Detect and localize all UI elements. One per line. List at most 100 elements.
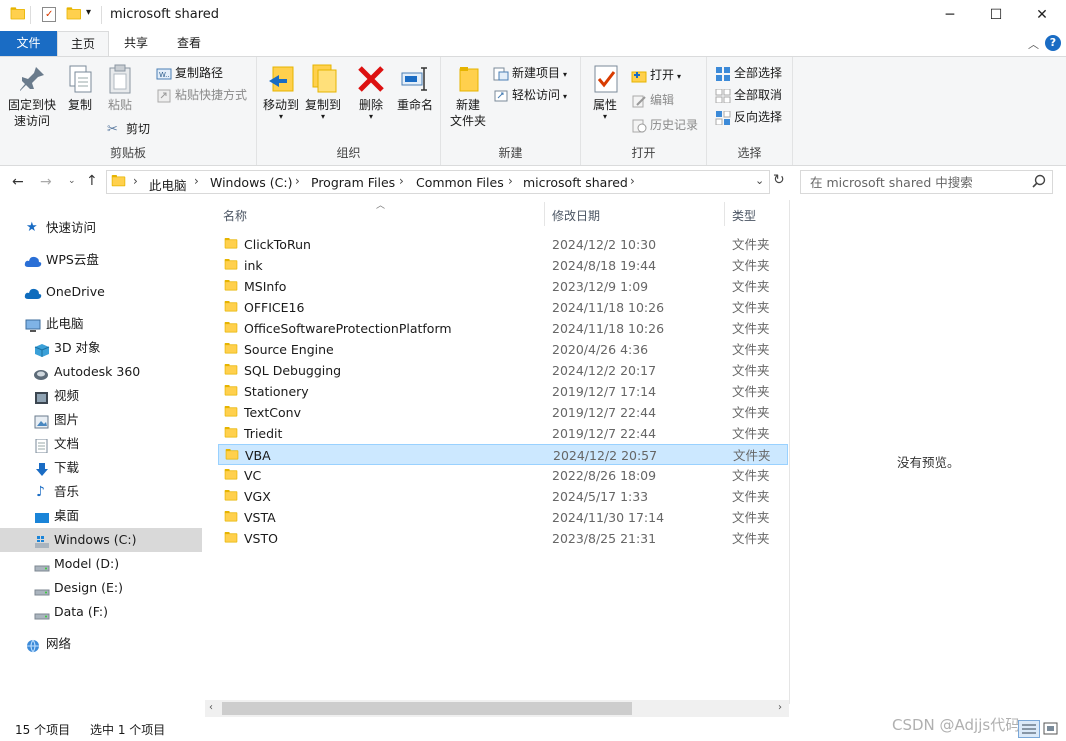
breadcrumb-separator-icon[interactable]: › [133, 174, 138, 188]
file-row[interactable]: VGX 2024/5/17 1:33 文件夹 [218, 486, 788, 507]
delete-button[interactable]: 删除 ▾ [353, 63, 389, 121]
preview-divider[interactable] [789, 200, 790, 704]
address-dropdown-icon[interactable]: ⌄ [755, 174, 764, 187]
tab-file[interactable]: 文件 [0, 31, 57, 56]
column-type[interactable]: 类型 [732, 207, 756, 224]
refresh-icon[interactable]: ↻ [773, 172, 785, 188]
open-button[interactable]: 打开 ▾ [631, 65, 681, 85]
tab-home[interactable]: 主页 [57, 31, 109, 56]
scroll-left-arrow-icon[interactable]: ‹ [209, 702, 213, 713]
new-folder-qa-icon[interactable] [66, 7, 82, 20]
breadcrumb-this-pc[interactable]: 此电脑 [149, 175, 187, 194]
cut-button[interactable]: ✂ 剪切 [107, 119, 150, 139]
file-row[interactable]: Source Engine 2020/4/26 4:36 文件夹 [218, 339, 788, 360]
copy-button[interactable]: 复制 [62, 63, 98, 113]
close-button[interactable]: ✕ [1019, 0, 1065, 30]
nav-3d-objects[interactable]: 3D 对象 [0, 336, 202, 360]
column-divider[interactable] [544, 202, 545, 226]
nav-videos[interactable]: 视频 [0, 384, 202, 408]
address-bar[interactable]: › 此电脑 › Windows (C:) › Program Files › C… [106, 170, 770, 194]
nav-pictures[interactable]: 图片 [0, 408, 202, 432]
file-row[interactable]: Stationery 2019/12/7 17:14 文件夹 [218, 381, 788, 402]
breadcrumb-microsoft-shared[interactable]: microsoft shared [523, 175, 628, 190]
large-icons-view-button[interactable] [1043, 722, 1059, 736]
breadcrumb-separator-icon[interactable]: › [194, 174, 199, 188]
file-row[interactable]: TextConv 2019/12/7 22:44 文件夹 [218, 402, 788, 423]
column-divider[interactable] [724, 202, 725, 226]
tab-share[interactable]: 共享 [112, 31, 160, 56]
breadcrumb-separator-icon[interactable]: › [508, 174, 513, 188]
select-none-button[interactable]: 全部取消 [715, 85, 782, 105]
new-folder-button[interactable]: 新建 文件夹 [447, 63, 489, 129]
recent-locations-button[interactable]: ⌄ [68, 176, 76, 186]
file-row[interactable]: VSTA 2024/11/30 17:14 文件夹 [218, 507, 788, 528]
history-button[interactable]: 历史记录 [631, 115, 698, 135]
breadcrumb-separator-icon[interactable]: › [630, 174, 635, 188]
file-row[interactable]: VSTO 2023/8/25 21:31 文件夹 [218, 528, 788, 549]
nav-autodesk-360[interactable]: Autodesk 360 [0, 360, 202, 384]
file-row[interactable]: VC 2022/8/26 18:09 文件夹 [218, 465, 788, 486]
forward-button[interactable]: → [40, 174, 52, 190]
maximize-button[interactable]: ☐ [973, 0, 1019, 30]
scroll-right-arrow-icon[interactable]: › [778, 702, 782, 713]
column-header: ︿ 名称 修改日期 类型 [205, 200, 789, 228]
nav-documents[interactable]: 文档 [0, 432, 202, 456]
move-to-button[interactable]: 移动到 ▾ [261, 63, 301, 121]
nav-downloads[interactable]: 下载 [0, 456, 202, 480]
nav-this-pc[interactable]: 此电脑 [0, 312, 202, 336]
nav-onedrive[interactable]: OneDrive [0, 280, 202, 304]
nav-desktop[interactable]: 桌面 [0, 504, 202, 528]
breadcrumb-separator-icon[interactable]: › [399, 174, 404, 188]
nav-model-d[interactable]: Model (D:) [0, 552, 202, 576]
invert-selection-button[interactable]: 反向选择 [715, 107, 782, 127]
breadcrumb-windows-c[interactable]: Windows (C:) [210, 175, 292, 190]
new-item-button[interactable]: 新建项目 ▾ [493, 63, 567, 83]
minimize-button[interactable]: ─ [927, 0, 973, 30]
file-row[interactable]: MSInfo 2023/12/9 1:09 文件夹 [218, 276, 788, 297]
scrollbar-thumb[interactable] [222, 702, 632, 715]
nav-data-f[interactable]: Data (F:) [0, 600, 202, 624]
search-icon[interactable] [1032, 174, 1046, 191]
file-row[interactable]: VBA 2024/12/2 20:57 文件夹 [218, 444, 788, 465]
help-icon[interactable]: ? [1045, 35, 1061, 51]
folder-icon [224, 511, 238, 522]
file-row[interactable]: Triedit 2019/12/7 22:44 文件夹 [218, 423, 788, 444]
search-input[interactable] [801, 171, 1026, 193]
rename-button[interactable]: 重命名 [393, 63, 437, 113]
copy-path-button[interactable]: W.. 复制路径 [156, 63, 223, 83]
file-row[interactable]: OFFICE16 2024/11/18 10:26 文件夹 [218, 297, 788, 318]
nav-windows-c[interactable]: Windows (C:) [0, 528, 202, 552]
paste-shortcut-button[interactable]: 粘贴快捷方式 [156, 85, 247, 105]
file-row[interactable]: ClickToRun 2024/12/2 10:30 文件夹 [218, 234, 788, 255]
collapse-ribbon-icon[interactable]: ︿ [1028, 36, 1039, 52]
breadcrumb-separator-icon[interactable]: › [295, 174, 300, 188]
tab-view[interactable]: 查看 [163, 31, 215, 56]
breadcrumb-common-files[interactable]: Common Files [416, 175, 504, 190]
properties-qa-icon[interactable]: ✓ [42, 7, 56, 22]
properties-button[interactable]: 属性 ▾ [585, 63, 625, 121]
nav-network[interactable]: 网络 [0, 632, 202, 656]
back-button[interactable]: ← [12, 174, 24, 190]
nav-music[interactable]: ♪ 音乐 [0, 480, 202, 504]
paste-button[interactable]: 粘贴 [102, 63, 138, 113]
details-view-button[interactable] [1018, 720, 1040, 738]
file-row[interactable]: SQL Debugging 2024/12/2 20:17 文件夹 [218, 360, 788, 381]
search-box[interactable] [800, 170, 1053, 194]
file-row[interactable]: ink 2024/8/18 19:44 文件夹 [218, 255, 788, 276]
nav-design-e[interactable]: Design (E:) [0, 576, 202, 600]
file-row[interactable]: OfficeSoftwareProtectionPlatform 2024/11/… [218, 318, 788, 339]
column-date-modified[interactable]: 修改日期 [552, 207, 600, 224]
copy-to-button[interactable]: 复制到 ▾ [303, 63, 343, 121]
easy-access-button[interactable]: 轻松访问 ▾ [493, 85, 567, 105]
nav-quick-access[interactable]: ★ 快速访问 [0, 216, 202, 240]
up-button[interactable]: ↑ [86, 173, 98, 189]
column-name[interactable]: 名称 [223, 207, 247, 224]
select-all-button[interactable]: 全部选择 [715, 63, 782, 83]
customize-qa-icon[interactable]: ▾ [86, 7, 91, 18]
edit-button[interactable]: 编辑 [631, 90, 674, 110]
horizontal-scrollbar[interactable]: ‹ › [205, 700, 789, 717]
nav-wps-cloud[interactable]: WPS云盘 [0, 248, 202, 272]
breadcrumb-program-files[interactable]: Program Files [311, 175, 395, 190]
pin-quick-access-button[interactable]: 固定到快 速访问 [4, 63, 60, 129]
folder-icon [224, 238, 238, 249]
